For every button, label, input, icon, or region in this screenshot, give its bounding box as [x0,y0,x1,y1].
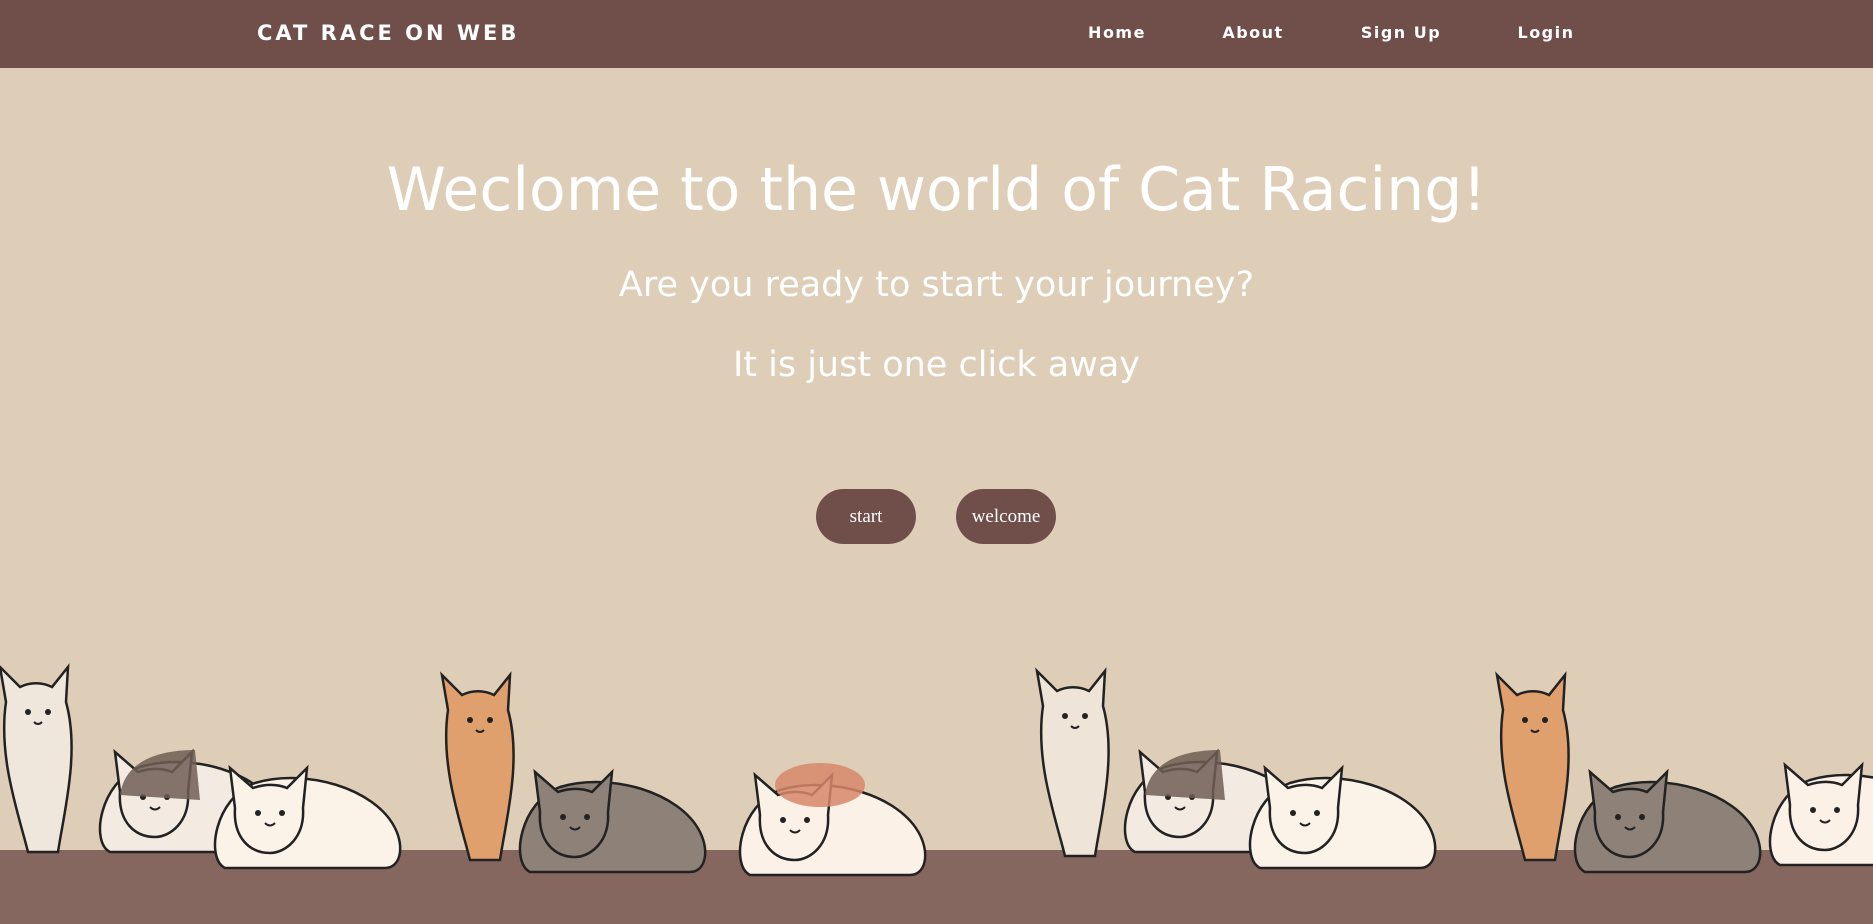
brand-logo-text[interactable]: CAT RACE ON WEB [257,18,519,48]
nav-link-home[interactable]: Home [1088,22,1146,44]
start-button[interactable]: start [816,489,916,544]
welcome-button[interactable]: welcome [956,489,1056,544]
top-navbar: CAT RACE ON WEB Home About Sign Up Login [0,0,1873,68]
nav-link-sign-up[interactable]: Sign Up [1361,22,1441,44]
hero-tagline: It is just one click away [732,345,1141,385]
nav-link-about[interactable]: About [1222,22,1283,44]
hero-subtitle: Are you ready to start your journey? [618,265,1255,305]
hero-title: Weclome to the world of Cat Racing! [386,155,1487,225]
nav-link-login[interactable]: Login [1517,22,1574,44]
cat-row-illustration [0,665,1873,924]
